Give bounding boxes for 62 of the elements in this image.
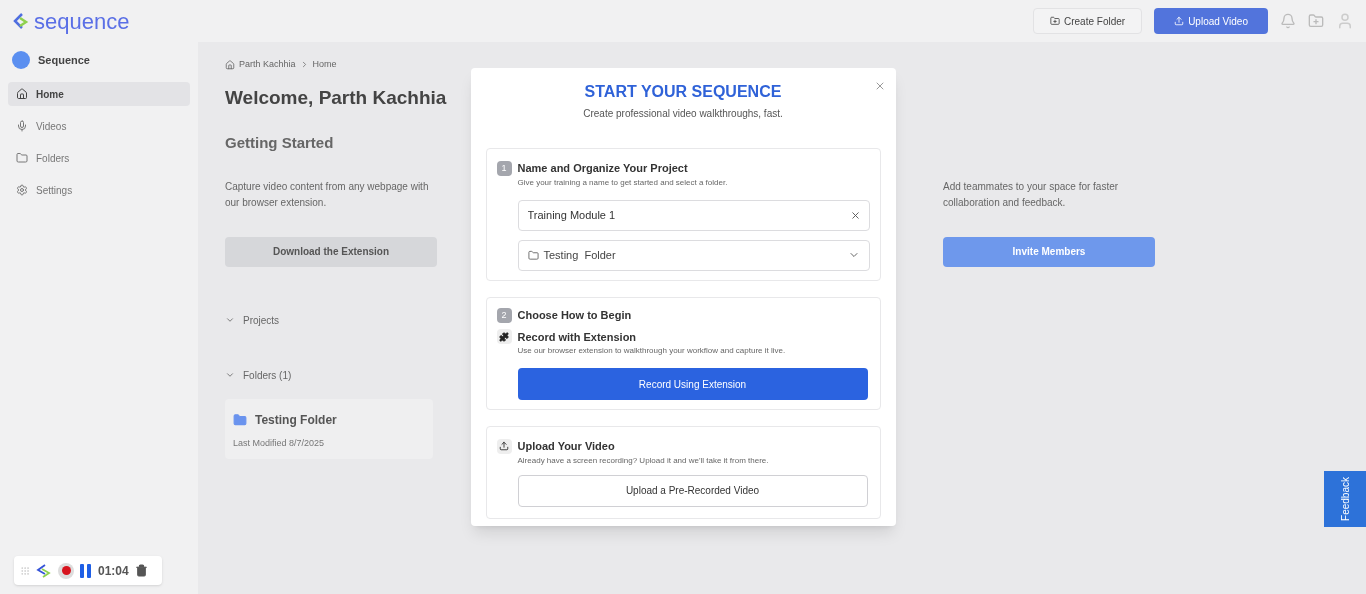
sidebar-item[interactable]: Folders bbox=[8, 146, 190, 170]
chevron-icon[interactable] bbox=[225, 370, 235, 380]
step-hint: Give your training a name to get started and select a folder. bbox=[517, 176, 729, 189]
folder-card[interactable]: Testing Folder Last Modified 8/7/2025 bbox=[225, 398, 433, 459]
home-icon bbox=[225, 59, 235, 70]
card-description: Add teammates to your space for faster collaboration and feedback. bbox=[943, 179, 1120, 210]
card-description: Capture video content from any webpage with our browser extension. bbox=[225, 179, 430, 210]
folder-icon[interactable] bbox=[1308, 13, 1324, 29]
upload-icon bbox=[1174, 16, 1185, 26]
modal-subtitle: Create professional video walkthroughs, fast. bbox=[582, 107, 784, 121]
step-title: Choose How to Begin bbox=[517, 308, 632, 323]
sidebar-item[interactable]: Videos bbox=[8, 114, 190, 138]
sidebar-item[interactable]: Home bbox=[8, 82, 190, 106]
logo-text: sequence bbox=[34, 7, 130, 36]
workspace-name[interactable]: Sequence bbox=[38, 51, 90, 69]
step-number: 2 bbox=[496, 307, 512, 323]
home-icon bbox=[16, 88, 28, 100]
folders-label[interactable]: Folders (1) bbox=[243, 367, 292, 383]
folder-icon bbox=[1050, 16, 1060, 26]
option-title: Record with Extension bbox=[517, 329, 637, 345]
logo-icon bbox=[12, 12, 30, 30]
trash-icon[interactable] bbox=[134, 564, 148, 577]
logo-icon bbox=[36, 562, 52, 579]
upload-button[interactable]: Upload Video bbox=[1154, 8, 1268, 34]
record-icon[interactable] bbox=[58, 562, 74, 579]
folder-name: Testing Folder bbox=[255, 411, 337, 429]
recording-timer: 01:04 bbox=[98, 562, 129, 580]
record-button[interactable]: Record Using Extension bbox=[517, 368, 868, 400]
drag-handle-icon[interactable] bbox=[20, 565, 30, 576]
clear-icon[interactable] bbox=[849, 209, 861, 221]
card-button[interactable]: Download the Extension bbox=[225, 236, 437, 267]
folder-icon bbox=[16, 152, 28, 164]
step-title: Name and Organize Your Project bbox=[517, 161, 688, 176]
section-title: Getting Started bbox=[225, 133, 335, 153]
breadcrumb-link[interactable]: Parth Kachhia bbox=[239, 58, 296, 72]
option-hint: Use our browser extension to walkthrough your workflow and capture it live. bbox=[517, 345, 787, 357]
card-button[interactable]: Invite Members bbox=[943, 236, 1155, 267]
avatar-icon[interactable] bbox=[1336, 12, 1354, 30]
page-title: Welcome, Parth Kachhia bbox=[225, 85, 447, 110]
feedback-tab[interactable]: Feedback bbox=[1324, 471, 1366, 527]
step-number: 1 bbox=[496, 160, 512, 176]
pause-icon[interactable] bbox=[80, 563, 92, 578]
projects-label[interactable]: Projects bbox=[243, 312, 280, 328]
folder-modified: Last Modified 8/7/2025 bbox=[233, 436, 326, 450]
breadcrumb-link[interactable]: Home bbox=[312, 58, 337, 72]
step-title: Upload Your Video bbox=[517, 439, 615, 454]
step-hint: Already have a screen recording? Upload it and we'll take it from there. bbox=[517, 454, 770, 467]
workspace-avatar bbox=[12, 51, 30, 69]
upload-icon bbox=[496, 438, 512, 454]
folder-icon bbox=[527, 249, 539, 261]
microphone-icon bbox=[16, 120, 28, 132]
modal-title: START YOUR SEQUENCE bbox=[584, 82, 782, 102]
folder-select[interactable]: Testing Folder bbox=[517, 239, 870, 271]
bell-icon[interactable] bbox=[1280, 13, 1296, 29]
puzzle-icon bbox=[496, 329, 512, 345]
upload-video-button[interactable]: Upload a Pre-Recorded Video bbox=[517, 474, 868, 507]
settings-icon bbox=[16, 184, 28, 196]
create-folder-button[interactable]: Create Folder bbox=[1033, 8, 1143, 34]
folder-icon bbox=[233, 412, 247, 427]
chevron-icon[interactable] bbox=[225, 315, 235, 325]
sidebar-item[interactable]: Settings bbox=[8, 178, 190, 202]
name-field[interactable]: Training Module 1 bbox=[517, 199, 870, 231]
